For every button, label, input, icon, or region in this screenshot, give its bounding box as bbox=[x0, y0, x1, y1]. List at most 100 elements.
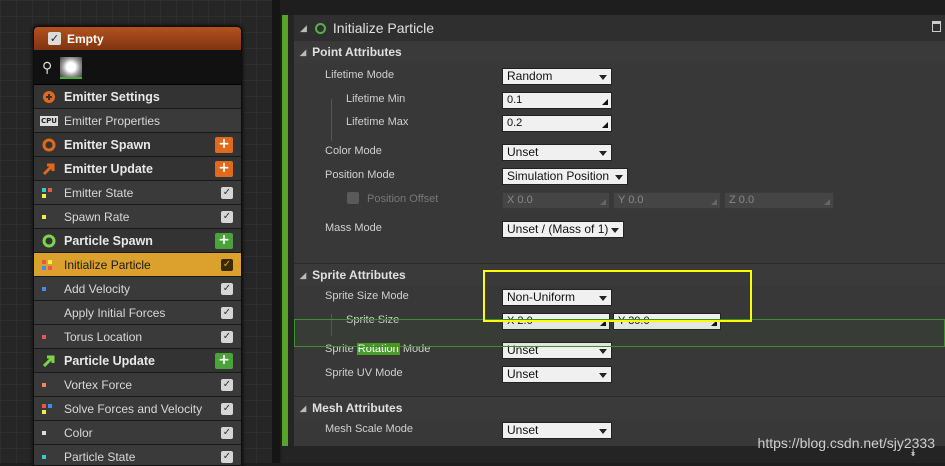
collapse-triangle-icon[interactable]: ◢ bbox=[300, 48, 306, 57]
lifetime-max-input[interactable]: 0.2 bbox=[502, 115, 612, 132]
collapse-triangle-icon[interactable]: ◢ bbox=[300, 23, 307, 34]
module-apply-initial-forces[interactable]: Apply Initial Forces ✓ bbox=[34, 301, 241, 325]
module-vortex-force[interactable]: Vortex Force ✓ bbox=[34, 373, 241, 397]
selection-accent-bar bbox=[282, 15, 288, 446]
emitter-settings-icon bbox=[39, 90, 59, 104]
stage-emitter-settings[interactable]: Emitter Settings bbox=[34, 85, 241, 109]
module-label: Solve Forces and Velocity bbox=[64, 402, 202, 416]
add-module-button[interactable]: + bbox=[215, 353, 233, 369]
position-offset-y: Y 0.0 bbox=[613, 192, 721, 209]
sprite-size-mode-label: Sprite Size Mode bbox=[325, 290, 409, 302]
node-header[interactable]: ✓ Empty bbox=[34, 27, 241, 51]
position-offset-label: Position Offset bbox=[367, 193, 438, 205]
lifetime-mode-label: Lifetime Mode bbox=[325, 69, 394, 81]
lifetime-mode-dropdown[interactable]: Random bbox=[502, 68, 612, 85]
stage-label: Emitter Update bbox=[64, 162, 153, 176]
module-enable-checkbox[interactable]: ✓ bbox=[221, 451, 233, 463]
cpu-icon: CPU bbox=[39, 116, 59, 126]
module-color-dots-icon bbox=[39, 215, 59, 219]
module-label: Apply Initial Forces bbox=[64, 306, 165, 320]
sprite-uv-mode-dropdown[interactable]: Unset bbox=[502, 366, 612, 383]
emitter-spawn-icon bbox=[39, 138, 59, 152]
module-label: Initialize Particle bbox=[64, 258, 151, 272]
splitter[interactable] bbox=[272, 0, 280, 463]
position-offset-z: Z 0.0 bbox=[724, 192, 834, 209]
details-content: ◢ Initialize Particle ◢ Point Attributes… bbox=[294, 15, 945, 446]
module-color-dots-icon bbox=[39, 404, 59, 414]
category-title: Mesh Attributes bbox=[312, 401, 402, 415]
sprite-uv-mode-label: Sprite UV Mode bbox=[325, 367, 403, 379]
module-enable-checkbox[interactable]: ✓ bbox=[221, 211, 233, 223]
stage-label: Particle Update bbox=[64, 354, 155, 368]
lifetime-max-label: Lifetime Max bbox=[346, 116, 408, 128]
module-color-dots-icon bbox=[39, 335, 59, 339]
module-label: Emitter State bbox=[64, 186, 133, 200]
category-point-attributes[interactable]: ◢ Point Attributes bbox=[294, 41, 945, 63]
module-color[interactable]: Color ✓ bbox=[34, 421, 241, 445]
module-color-dots-icon bbox=[39, 431, 59, 435]
module-label: Color bbox=[64, 426, 93, 440]
emitter-update-icon bbox=[39, 162, 59, 176]
color-mode-dropdown[interactable]: Unset bbox=[502, 144, 612, 161]
point-attributes-body: Lifetime Mode Random Lifetime Min 0.1 Li… bbox=[294, 63, 945, 263]
module-add-velocity[interactable]: Add Velocity ✓ bbox=[34, 277, 241, 301]
mass-mode-dropdown[interactable]: Unset / (Mass of 1) bbox=[502, 221, 624, 238]
module-color-dots-icon bbox=[39, 260, 59, 270]
pin-icon[interactable]: ⚲ bbox=[42, 60, 52, 76]
particle-thumbnail bbox=[60, 57, 82, 79]
module-initialize-particle[interactable]: Initialize Particle ✓ bbox=[34, 253, 241, 277]
annotation-box bbox=[483, 270, 752, 322]
stage-label: Emitter Spawn bbox=[64, 138, 151, 152]
stage-label: Emitter Settings bbox=[64, 90, 160, 104]
module-enable-checkbox[interactable]: ✓ bbox=[221, 403, 233, 415]
position-mode-label: Position Mode bbox=[325, 169, 395, 181]
module-color-dots-icon bbox=[39, 455, 59, 459]
node-enable-checkbox[interactable]: ✓ bbox=[48, 32, 61, 45]
module-header[interactable]: ◢ Initialize Particle bbox=[294, 15, 945, 41]
collapse-triangle-icon[interactable]: ◢ bbox=[300, 271, 306, 280]
module-color-dots-icon bbox=[39, 188, 59, 198]
module-torus-location[interactable]: Torus Location ✓ bbox=[34, 325, 241, 349]
module-label: Torus Location bbox=[64, 330, 142, 344]
module-emitter-properties[interactable]: CPU Emitter Properties bbox=[34, 109, 241, 133]
add-module-button[interactable]: + bbox=[215, 233, 233, 249]
position-mode-dropdown[interactable]: Simulation Position bbox=[502, 168, 628, 185]
position-offset-x: X 0.0 bbox=[502, 192, 610, 209]
module-enable-checkbox[interactable]: ✓ bbox=[221, 331, 233, 343]
watermark: https://blog.csdn.net/sjy2333 bbox=[758, 435, 935, 451]
stage-emitter-spawn[interactable]: Emitter Spawn + bbox=[34, 133, 241, 157]
module-color-dots-icon bbox=[39, 287, 59, 291]
mesh-scale-mode-label: Mesh Scale Mode bbox=[325, 423, 413, 435]
module-enable-checkbox[interactable]: ✓ bbox=[221, 307, 233, 319]
particle-update-icon bbox=[39, 354, 59, 368]
position-offset-checkbox[interactable] bbox=[347, 192, 359, 204]
add-module-button[interactable]: + bbox=[215, 137, 233, 153]
emitter-node[interactable]: ✓ Empty ⚲ Emitter Settings CPU Emitter P… bbox=[33, 26, 242, 466]
module-spawn-rate[interactable]: Spawn Rate ✓ bbox=[34, 205, 241, 229]
lifetime-min-input[interactable]: 0.1 bbox=[502, 92, 612, 109]
module-enable-checkbox[interactable]: ✓ bbox=[221, 427, 233, 439]
mesh-scale-mode-dropdown[interactable]: Unset bbox=[502, 422, 612, 439]
module-emitter-state[interactable]: Emitter State ✓ bbox=[34, 181, 241, 205]
module-enable-checkbox[interactable]: ✓ bbox=[221, 379, 233, 391]
module-label: Particle State bbox=[64, 450, 135, 464]
trash-icon[interactable] bbox=[932, 21, 941, 32]
add-module-button[interactable]: + bbox=[215, 161, 233, 177]
category-mesh-attributes[interactable]: ◢ Mesh Attributes bbox=[294, 397, 945, 419]
stage-particle-update[interactable]: Particle Update + bbox=[34, 349, 241, 373]
module-status-ring-icon bbox=[315, 23, 326, 34]
stage-emitter-update[interactable]: Emitter Update + bbox=[34, 157, 241, 181]
module-enable-checkbox[interactable]: ✓ bbox=[221, 187, 233, 199]
collapse-triangle-icon[interactable]: ◢ bbox=[300, 404, 306, 413]
lifetime-min-label: Lifetime Min bbox=[346, 93, 405, 105]
node-thumbnail-bar: ⚲ bbox=[34, 51, 241, 85]
details-panel: ◢ Initialize Particle ◢ Point Attributes… bbox=[282, 15, 945, 463]
mass-mode-label: Mass Mode bbox=[325, 222, 382, 234]
module-label: Spawn Rate bbox=[64, 210, 129, 224]
module-enable-checkbox[interactable]: ✓ bbox=[221, 259, 233, 271]
module-enable-checkbox[interactable]: ✓ bbox=[221, 283, 233, 295]
stage-particle-spawn[interactable]: Particle Spawn + bbox=[34, 229, 241, 253]
highlighted-row bbox=[294, 319, 945, 347]
module-solve-forces[interactable]: Solve Forces and Velocity ✓ bbox=[34, 397, 241, 421]
particle-spawn-icon bbox=[39, 234, 59, 248]
